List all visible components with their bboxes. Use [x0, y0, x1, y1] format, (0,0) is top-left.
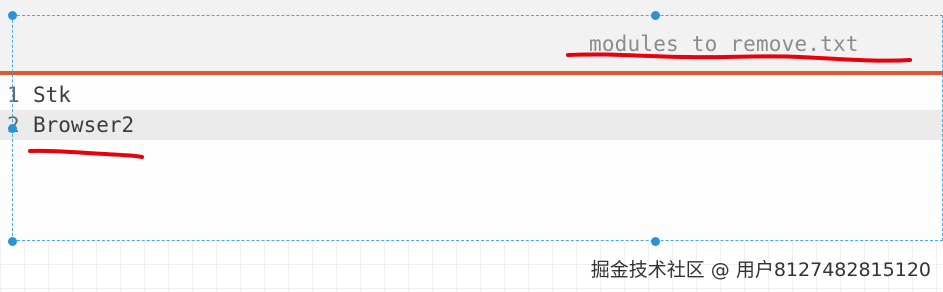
resize-handle-middle-left[interactable] [8, 124, 17, 133]
tab-bar: modules_to_remove.txt [0, 0, 943, 73]
resize-handle-bottom-left[interactable] [8, 237, 17, 246]
resize-handle-top-middle[interactable] [651, 11, 660, 20]
editor-line[interactable]: 1 Stk [0, 80, 943, 110]
editor-line-current[interactable]: 2 Browser2 [0, 110, 943, 140]
line-text[interactable]: Stk [33, 80, 71, 110]
line-number: 1 [7, 83, 20, 107]
line-text[interactable]: Browser2 [33, 110, 134, 140]
resize-handle-top-left[interactable] [8, 11, 17, 20]
text-editor-window: modules_to_remove.txt 1 Stk 2 Browser2 [0, 0, 943, 242]
watermark-text: 掘金技术社区 @ 用户8127482815120 [590, 259, 931, 281]
text-area[interactable]: 1 Stk 2 Browser2 [0, 75, 943, 242]
file-tab-title[interactable]: modules_to_remove.txt [589, 32, 859, 56]
resize-handle-bottom-middle[interactable] [651, 237, 660, 246]
